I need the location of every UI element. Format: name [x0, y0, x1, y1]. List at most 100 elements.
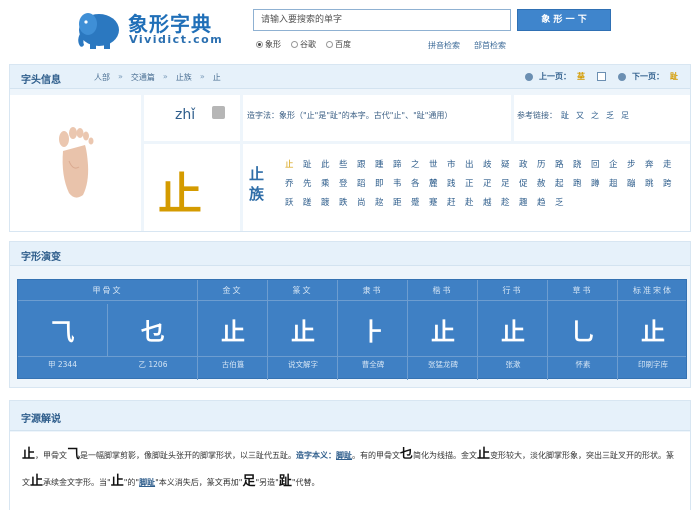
family-character-link[interactable]: 路 — [555, 158, 573, 170]
site-logo[interactable]: 象形字典 Vividict.com — [72, 6, 242, 50]
reference-link[interactable]: 之 — [591, 110, 599, 121]
radical-search-link[interactable]: 部首检索 — [474, 40, 506, 51]
family-character-link[interactable]: 趋 — [537, 196, 555, 208]
family-character-link[interactable]: 趁 — [501, 196, 519, 208]
family-character-link[interactable]: 趄 — [609, 177, 627, 189]
pinyin-text: zhǐ — [175, 107, 196, 123]
prev-page-label[interactable]: 上一页： — [539, 71, 571, 82]
family-character-link[interactable]: 世 — [429, 158, 447, 170]
family-character-link[interactable]: 之 — [411, 158, 429, 170]
family-character-link[interactable]: 足 — [501, 177, 519, 189]
family-character-link[interactable]: 登 — [339, 177, 357, 189]
puzzle-icon[interactable] — [212, 106, 225, 119]
family-character-link[interactable]: 踱 — [321, 196, 339, 208]
family-character-link[interactable]: 踵 — [375, 158, 393, 170]
family-character-link[interactable]: 趑 — [375, 196, 393, 208]
family-character-link[interactable]: 乘 — [321, 177, 339, 189]
evolution-entry[interactable]: ⺄甲 2344 — [18, 304, 108, 369]
evolution-entry[interactable]: ⺃怀素 — [548, 304, 618, 369]
breadcrumb-item[interactable]: 人部 — [94, 72, 110, 83]
family-character-link[interactable]: 历 — [537, 158, 555, 170]
family-character-link[interactable]: 尚 — [357, 196, 375, 208]
evolution-entry[interactable]: 乜乙 1206 — [108, 304, 198, 369]
reference-link[interactable]: 又 — [576, 110, 584, 121]
family-character-link[interactable]: 奔 — [645, 158, 663, 170]
radio-baidu[interactable]: 百度 — [326, 39, 351, 50]
evolution-entry[interactable]: 止张漱 — [478, 304, 548, 369]
next-page-char[interactable]: 趾 — [670, 71, 678, 82]
family-character-link[interactable]: 蹙 — [411, 196, 429, 208]
family-character-link[interactable]: 跳 — [645, 177, 663, 189]
family-character-link[interactable]: 趾 — [303, 158, 321, 170]
family-character-link[interactable]: 企 — [609, 158, 627, 170]
family-character-link[interactable]: 先 — [303, 177, 321, 189]
family-character-link[interactable]: 践 — [447, 177, 465, 189]
family-character-link[interactable]: 各 — [411, 177, 429, 189]
breadcrumb-item[interactable]: 交通篇 — [131, 72, 155, 83]
family-character-link[interactable]: 疑 — [501, 158, 519, 170]
evolution-entry[interactable]: 止张猛龙碑 — [408, 304, 478, 369]
family-character-link[interactable]: 蹦 — [627, 177, 645, 189]
family-character-link[interactable]: 跟 — [357, 158, 375, 170]
etym-meaning-link-2[interactable]: 脚趾 — [139, 478, 155, 487]
search-input[interactable]: 请输入要搜索的单字 — [253, 9, 511, 31]
next-page-label[interactable]: 下一页： — [632, 71, 664, 82]
evolution-entry[interactable]: 止古伯簋 — [198, 304, 268, 369]
reference-link[interactable]: 足 — [621, 110, 629, 121]
evolution-entry[interactable]: ⺊曹全碑 — [338, 304, 408, 369]
family-character-link[interactable]: 走 — [663, 158, 681, 170]
reference-link[interactable]: 趾 — [561, 110, 569, 121]
family-character-link[interactable]: 些 — [339, 158, 357, 170]
family-character-link[interactable]: 跑 — [573, 177, 591, 189]
family-character-link[interactable]: 歧 — [483, 158, 501, 170]
family-character-link[interactable]: 韦 — [393, 177, 411, 189]
family-character-link[interactable]: 蹇 — [429, 196, 447, 208]
family-character-link[interactable]: 止 — [285, 158, 303, 170]
family-character-link[interactable]: 赦 — [537, 177, 555, 189]
site-header: 象形字典 Vividict.com 请输入要搜索的单字 象 形 一 下 象形 谷… — [0, 0, 700, 60]
evolution-entry[interactable]: 止印刷字库 — [618, 304, 688, 369]
breadcrumb-item[interactable]: 止族 — [176, 72, 192, 83]
family-character-link[interactable]: 疋 — [483, 177, 501, 189]
family-character-link[interactable]: 乏 — [555, 196, 573, 208]
family-character-link[interactable]: 越 — [483, 196, 501, 208]
family-character-link[interactable]: 政 — [519, 158, 537, 170]
prev-page-char[interactable]: 莝 — [577, 71, 585, 82]
family-character-link[interactable]: 赶 — [447, 196, 465, 208]
evolution-source: 曹全碑 — [361, 360, 385, 369]
etym-glyph-bronze: 止 — [477, 447, 491, 462]
radio-google[interactable]: 谷歌 — [291, 39, 316, 50]
family-character-link[interactable]: 蹲 — [591, 177, 609, 189]
reference-link[interactable]: 乏 — [606, 110, 614, 121]
family-character-link[interactable]: 距 — [393, 196, 411, 208]
family-character-link[interactable]: 蹈 — [357, 177, 375, 189]
family-character-link[interactable]: 促 — [519, 177, 537, 189]
family-character-link[interactable]: 麓 — [429, 177, 447, 189]
family-character-link[interactable]: 蹄 — [393, 158, 411, 170]
search-button[interactable]: 象 形 一 下 — [517, 9, 611, 31]
family-character-link[interactable]: 起 — [555, 177, 573, 189]
family-character-link[interactable]: 即 — [375, 177, 393, 189]
family-character-link[interactable]: 跷 — [573, 158, 591, 170]
breadcrumb-separator-icon: » — [118, 72, 123, 81]
evolution-entry[interactable]: 止说文解字 — [268, 304, 338, 369]
family-character-link[interactable]: 此 — [321, 158, 339, 170]
family-character-link[interactable]: 正 — [465, 177, 483, 189]
family-character-link[interactable]: 跌 — [339, 196, 357, 208]
script-style-name: 标准宋体 — [633, 286, 673, 295]
book-icon[interactable] — [597, 72, 606, 81]
family-character-link[interactable]: 赴 — [465, 196, 483, 208]
family-character-link[interactable]: 出 — [465, 158, 483, 170]
family-character-link[interactable]: 步 — [627, 158, 645, 170]
family-character-link[interactable]: 趣 — [519, 196, 537, 208]
etym-meaning-link[interactable]: 脚趾 — [336, 451, 352, 460]
family-character-link[interactable]: 乔 — [285, 177, 303, 189]
family-character-link[interactable]: 市 — [447, 158, 465, 170]
family-character-link[interactable]: 蹉 — [303, 196, 321, 208]
radio-xiangxing[interactable]: 象形 — [256, 39, 281, 50]
family-character-link[interactable]: 跨 — [663, 177, 681, 189]
family-character-link[interactable]: 跃 — [285, 196, 303, 208]
family-character-link[interactable]: 回 — [591, 158, 609, 170]
pinyin-search-link[interactable]: 拼音检索 — [428, 40, 460, 51]
evolution-column: 标准宋体止印刷字库 — [618, 280, 688, 380]
